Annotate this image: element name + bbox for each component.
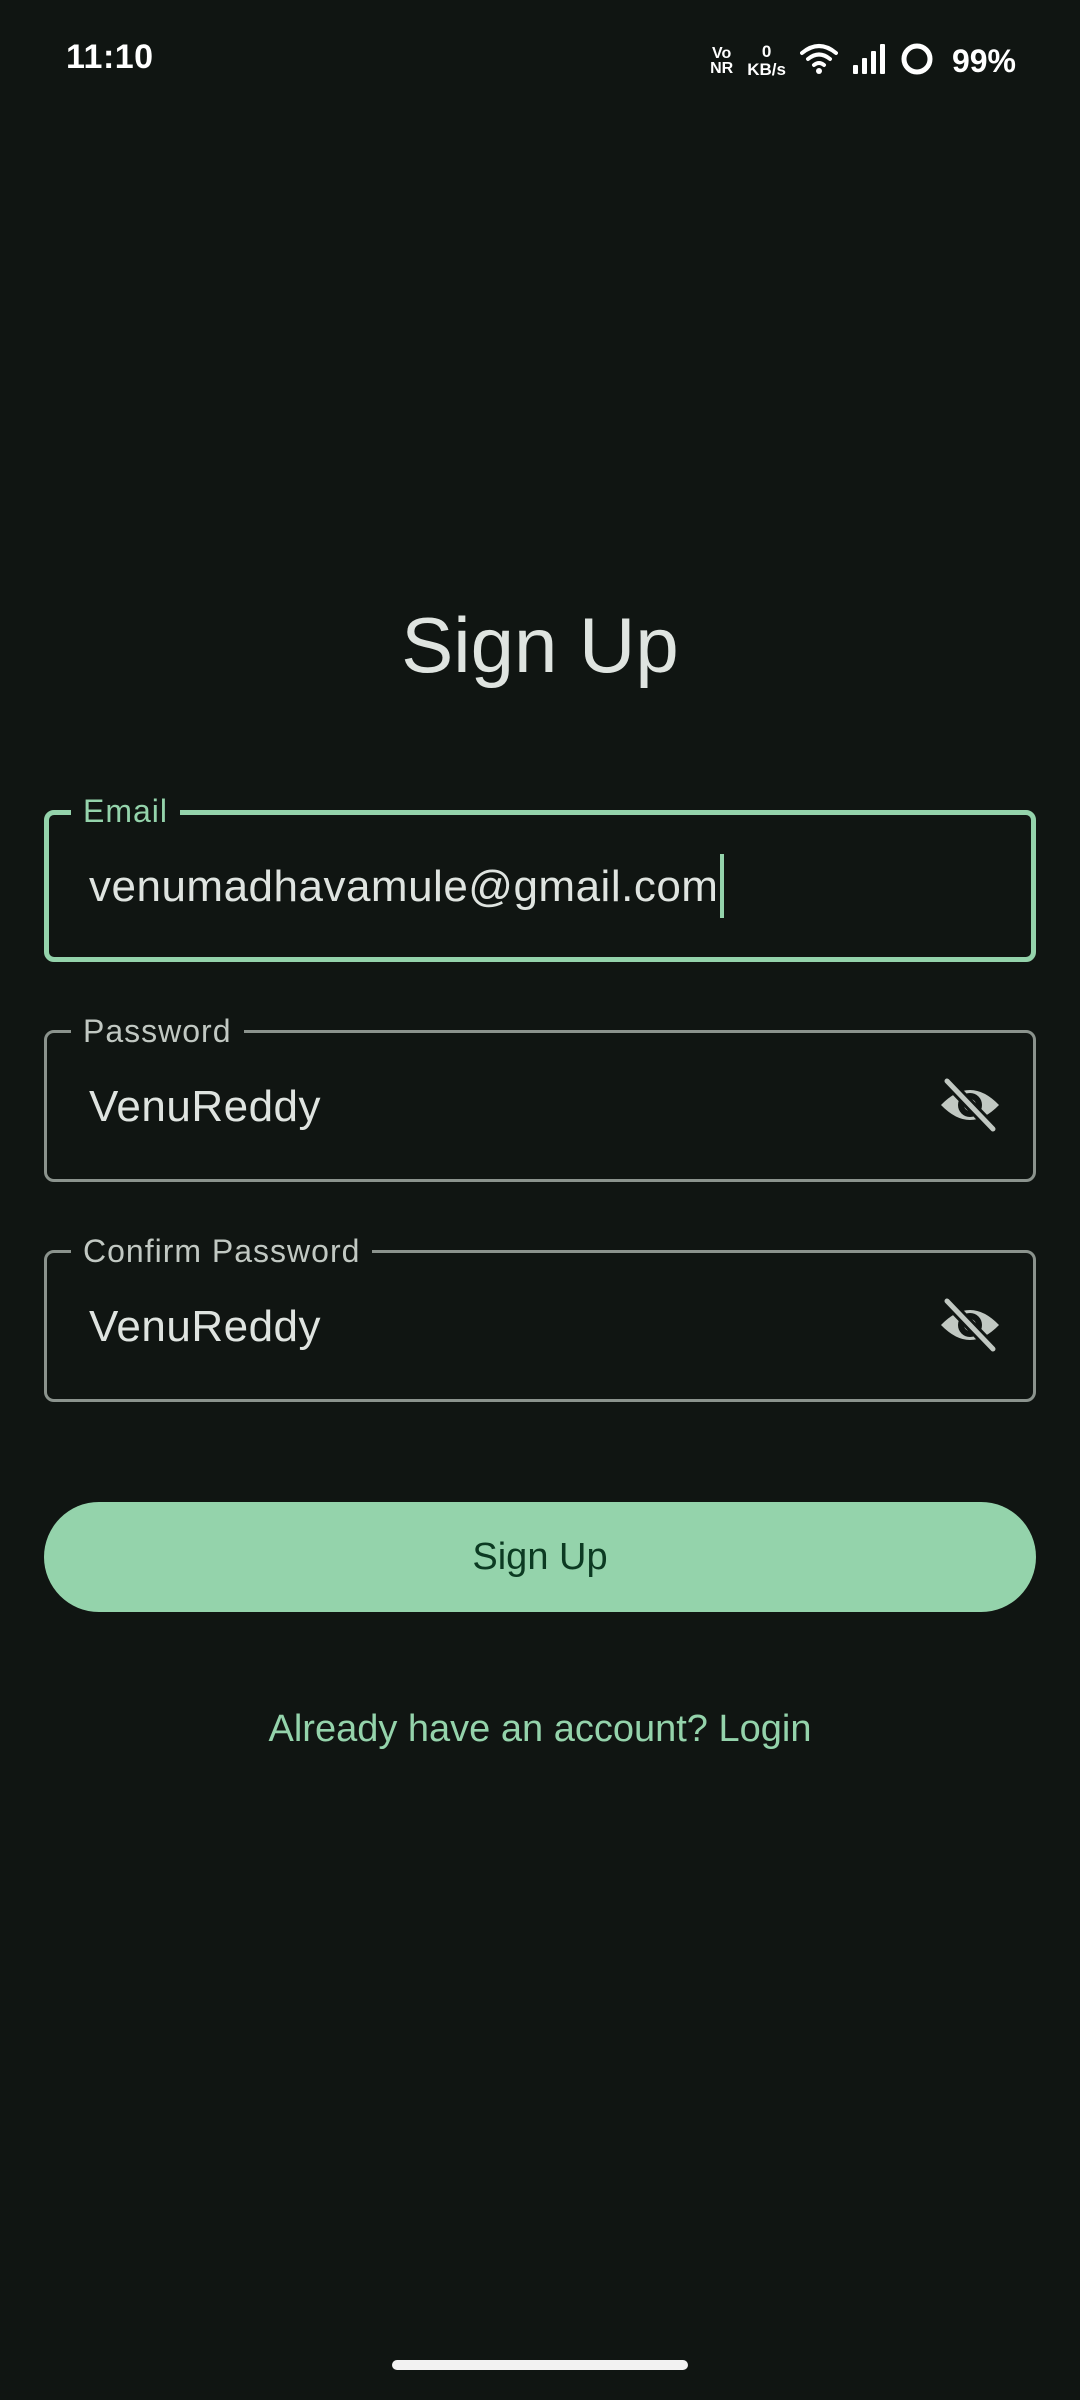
status-time: 11:10	[66, 38, 154, 76]
password-value[interactable]: VenuReddy	[89, 1077, 321, 1137]
text-cursor	[720, 854, 725, 919]
email-label: Email	[71, 791, 181, 831]
network-speed: 0 KB/s	[747, 42, 786, 79]
gesture-navigation-bar[interactable]	[392, 2360, 688, 2370]
visibility-off-icon	[937, 1295, 1003, 1358]
signal-icon	[852, 43, 886, 80]
page-title: Sign Up	[401, 601, 679, 689]
wifi-icon	[799, 42, 838, 81]
status-bar: 11:10 Vo NR 0 KB/s 99%	[0, 0, 1080, 120]
signup-button[interactable]: Sign Up	[44, 1502, 1036, 1612]
confirm-password-label: Confirm Password	[71, 1231, 373, 1271]
login-link[interactable]: Already have an account? Login	[0, 1708, 1080, 1751]
battery-icon	[900, 42, 934, 81]
password-label: Password	[71, 1011, 244, 1051]
vonr-icon: Vo NR	[710, 45, 734, 77]
status-icons: Vo NR 0 KB/s 99%	[710, 38, 1016, 84]
password-visibility-toggle[interactable]	[937, 1075, 1003, 1138]
battery-percentage: 99%	[951, 42, 1016, 79]
email-value[interactable]: venumadhavamule@gmail.com	[89, 854, 725, 919]
confirm-password-field[interactable]: Confirm Password VenuReddy	[44, 1231, 1036, 1402]
visibility-off-icon	[937, 1075, 1003, 1138]
confirm-password-value[interactable]: VenuReddy	[89, 1297, 321, 1357]
confirm-password-visibility-toggle[interactable]	[937, 1295, 1003, 1358]
password-field[interactable]: Password VenuReddy	[44, 1011, 1036, 1182]
email-field[interactable]: Email venumadhavamule@gmail.com	[44, 791, 1036, 962]
